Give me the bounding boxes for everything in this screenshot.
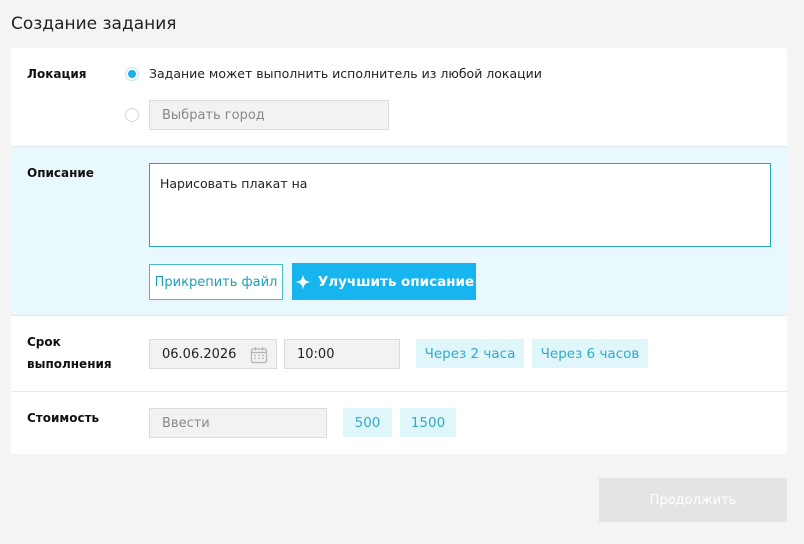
- quick-cost-1500-button[interactable]: 1500: [400, 408, 456, 437]
- time-input[interactable]: 10:00: [284, 339, 400, 369]
- radio-any-location-label: Задание может выполнить исполнитель из л…: [149, 66, 542, 81]
- date-input[interactable]: 06.06.2026: [149, 339, 277, 369]
- time-value: 10:00: [297, 346, 335, 362]
- radio-any-location[interactable]: [125, 67, 139, 81]
- page-title: Создание задания: [11, 14, 177, 34]
- cost-section: Стоимость Ввести 500 1500: [11, 392, 787, 454]
- description-label: Описание: [27, 166, 94, 180]
- description-section: Описание Нарисовать плакат на Прикрепить…: [11, 146, 787, 316]
- attach-file-button[interactable]: Прикрепить файл: [149, 264, 283, 300]
- date-value: 06.06.2026: [162, 346, 237, 362]
- quick-term-2h-button[interactable]: Через 2 часа: [416, 339, 524, 368]
- city-input-placeholder: Выбрать город: [162, 107, 265, 123]
- term-label-line1: Срок: [27, 335, 61, 349]
- improve-description-label: Улучшить описание: [317, 273, 475, 290]
- term-label-line2: выполнения: [27, 357, 112, 371]
- location-label: Локация: [27, 67, 87, 81]
- quick-term-6h-button[interactable]: Через 6 часов: [532, 339, 648, 368]
- location-section: Локация Задание может выполнить исполнит…: [11, 48, 787, 146]
- description-text: Нарисовать плакат на: [160, 176, 308, 191]
- sparkle-icon: [294, 273, 311, 290]
- task-form-card: Локация Задание может выполнить исполнит…: [11, 48, 787, 454]
- quick-cost-500-button[interactable]: 500: [343, 408, 392, 437]
- description-textarea[interactable]: Нарисовать плакат на: [149, 163, 771, 247]
- cost-label: Стоимость: [27, 411, 100, 425]
- city-input[interactable]: Выбрать город: [149, 100, 389, 130]
- term-section: Срок выполнения 06.06.2026 10:00 Через 2…: [11, 316, 787, 392]
- improve-description-button[interactable]: Улучшить описание: [292, 263, 476, 300]
- radio-select-city[interactable]: [125, 108, 139, 122]
- cost-input[interactable]: Ввести: [149, 408, 327, 438]
- continue-button[interactable]: Продолжить: [599, 478, 787, 522]
- cost-input-placeholder: Ввести: [162, 415, 210, 431]
- calendar-icon[interactable]: [250, 346, 268, 364]
